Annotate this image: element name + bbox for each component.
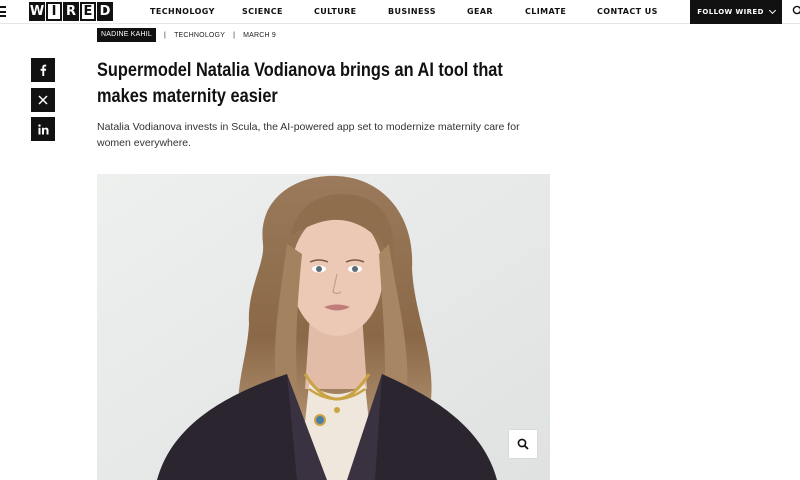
- hero-image: [97, 174, 550, 480]
- nav-technology[interactable]: TECHNOLOGY: [150, 0, 215, 24]
- article-headline: Supermodel Natalia Vodianova brings an A…: [97, 60, 503, 107]
- nav-contact-us[interactable]: CONTACT US: [597, 0, 658, 24]
- follow-wired-label: FOLLOW WIRED: [697, 8, 764, 16]
- top-navigation: W I R E D TECHNOLOGY SCIENCE CULTURE BUS…: [0, 0, 800, 24]
- follow-wired-button[interactable]: FOLLOW WIRED: [690, 0, 782, 24]
- logo-letter: R: [63, 2, 79, 21]
- category-link[interactable]: TECHNOLOGY: [174, 32, 225, 39]
- menu-icon[interactable]: [0, 6, 6, 17]
- wired-logo[interactable]: W I R E D: [29, 2, 113, 21]
- share-x-button[interactable]: [31, 88, 55, 112]
- logo-letter: D: [97, 2, 113, 21]
- nav-science[interactable]: SCIENCE: [242, 0, 283, 24]
- share-linkedin-button[interactable]: [31, 117, 55, 141]
- search-icon[interactable]: [792, 5, 800, 17]
- share-facebook-button[interactable]: [31, 58, 55, 82]
- byline-separator: |: [164, 31, 167, 39]
- chevron-down-icon: [768, 6, 776, 15]
- logo-letter: E: [80, 2, 96, 21]
- portrait-illustration: [97, 174, 550, 480]
- nav-climate[interactable]: CLIMATE: [525, 0, 566, 24]
- nav-business[interactable]: BUSINESS: [388, 0, 436, 24]
- publish-date: MARCH 9: [243, 31, 277, 39]
- article-dek: Natalia Vodianova invests in Scula, the …: [97, 121, 520, 149]
- nav-gear[interactable]: GEAR: [467, 0, 493, 24]
- byline: NADINE KAHIL | TECHNOLOGY | MARCH 9: [97, 28, 276, 42]
- logo-letter: W: [29, 2, 45, 21]
- linkedin-icon: [37, 123, 48, 134]
- expand-image-button[interactable]: [509, 430, 537, 458]
- byline-separator: |: [233, 31, 236, 39]
- facebook-icon: [40, 64, 47, 76]
- magnifier-icon: [517, 438, 529, 450]
- x-icon: [38, 95, 48, 105]
- logo-letter: I: [46, 2, 62, 21]
- author-link[interactable]: NADINE KAHIL: [97, 28, 157, 42]
- nav-culture[interactable]: CULTURE: [314, 0, 357, 24]
